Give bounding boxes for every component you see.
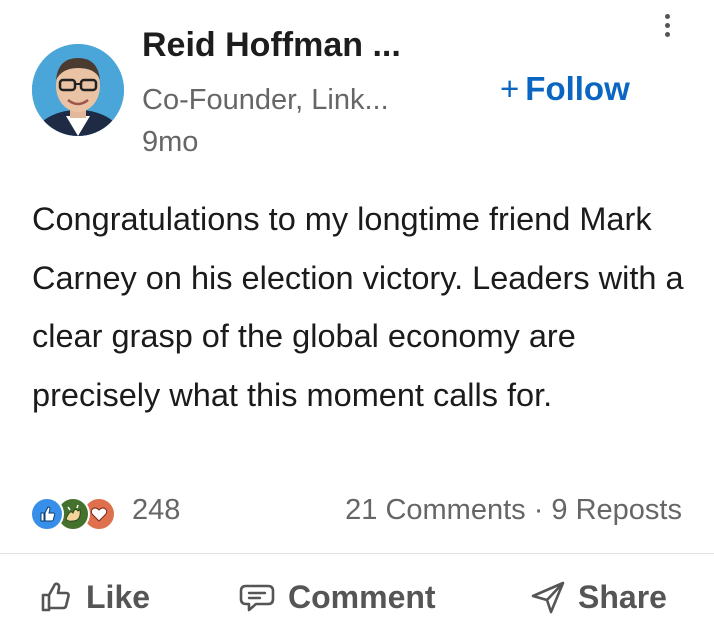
comments-count-link[interactable]: 21 Comments — [345, 494, 526, 526]
send-arrow-icon — [531, 581, 565, 614]
share-label: Share — [578, 578, 667, 615]
post-timestamp: 9mo — [142, 126, 199, 158]
reaction-count[interactable]: 248 — [132, 494, 180, 527]
engagement-summary: 21 Comments · 9 Reposts — [345, 494, 682, 527]
follow-button[interactable]: + Follow — [500, 70, 630, 108]
feed-post: Reid Hoffman ... Co-Founder, Link... 9mo… — [0, 0, 714, 634]
like-label: Like — [86, 578, 151, 615]
action-divider — [0, 553, 714, 554]
comment-button[interactable]: Comment — [238, 574, 436, 620]
separator-dot: · — [525, 494, 552, 526]
follow-label: Follow — [525, 70, 630, 107]
reaction-icons[interactable] — [30, 497, 126, 531]
share-button[interactable]: Share — [530, 574, 667, 620]
more-options-icon[interactable] — [660, 14, 674, 44]
author-avatar[interactable] — [32, 44, 124, 136]
thumbs-up-icon — [41, 582, 70, 612]
post-text: Congratulations to my longtime friend Ma… — [32, 201, 684, 413]
action-bar: Like Comment Share — [0, 566, 714, 626]
author-name[interactable]: Reid Hoffman ... — [142, 26, 401, 65]
plus-icon: + — [500, 70, 520, 107]
author-headline: Co-Founder, Link... — [142, 84, 389, 116]
like-reaction-icon — [30, 497, 64, 531]
comment-label: Comment — [288, 578, 436, 615]
reposts-count-link[interactable]: 9 Reposts — [551, 494, 682, 526]
like-button[interactable]: Like — [38, 574, 150, 620]
comment-icon — [239, 584, 275, 612]
